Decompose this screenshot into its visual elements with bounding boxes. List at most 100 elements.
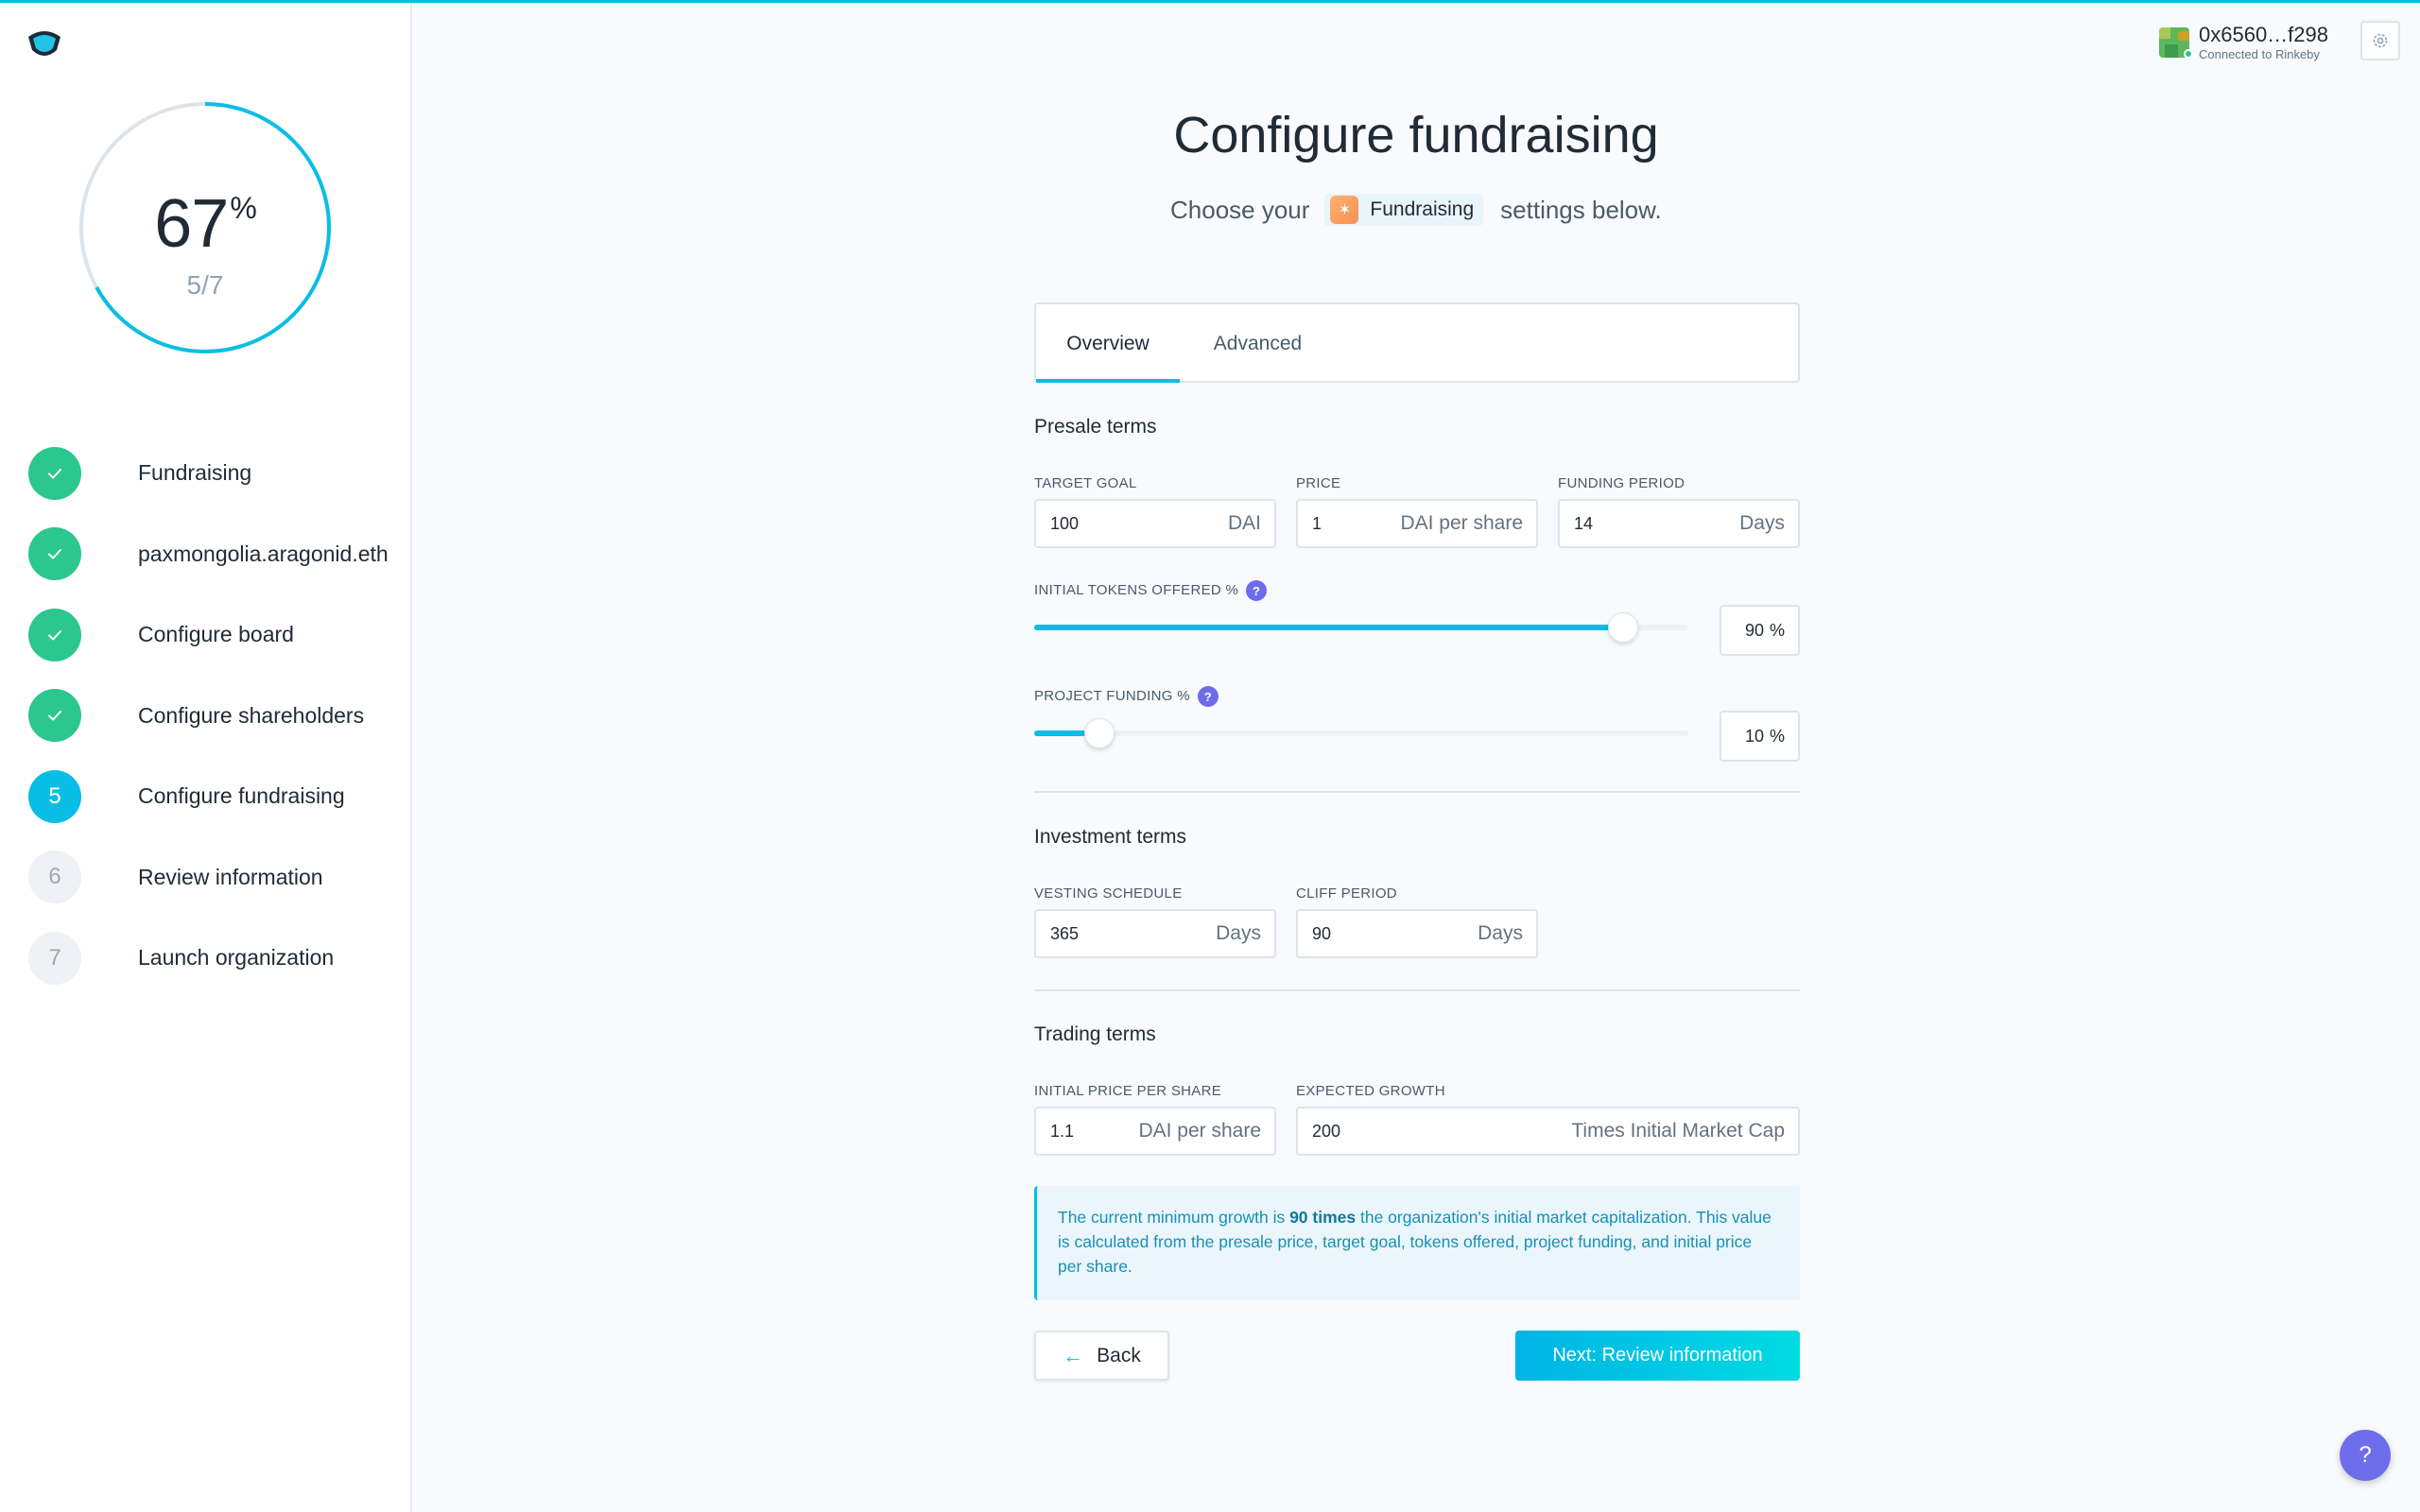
target-goal-value: 100 <box>1050 513 1080 533</box>
cliff-period-input[interactable]: 90 Days <box>1296 909 1538 958</box>
expected-growth-value: 200 <box>1312 1121 1341 1141</box>
section-investment-title: Investment terms <box>1034 826 1187 848</box>
price-label: PRICE <box>1296 475 1341 491</box>
step-badge: 7 <box>28 931 81 985</box>
project-funding-slider-thumb[interactable] <box>1084 718 1115 748</box>
step-label: Launch organization <box>138 945 335 971</box>
tab-bar: Overview Advanced <box>1034 302 1800 383</box>
check-icon <box>48 711 61 721</box>
sidebar: 67% 5/7 Fundraising paxmongolia.aragonid.… <box>0 3 412 1512</box>
step-item[interactable]: Configure board <box>28 594 389 676</box>
expected-growth-label: EXPECTED GROWTH <box>1296 1083 1445 1099</box>
vesting-schedule-label: VESTING SCHEDULE <box>1034 885 1183 902</box>
settings-button[interactable] <box>2360 21 2400 60</box>
project-funding-percent-input[interactable]: 10% <box>1720 711 1800 762</box>
cliff-period-value: 90 <box>1312 923 1332 943</box>
step-badge: 6 <box>28 850 81 904</box>
tokens-offered-label-text: INITIAL TOKENS OFFERED % <box>1034 581 1239 598</box>
info-text-bold: 90 times <box>1289 1208 1357 1227</box>
project-funding-percent-unit: % <box>1769 726 1785 746</box>
steps-list: Fundraising paxmongolia.aragonid.eth Confi… <box>28 433 389 999</box>
funding-period-value: 14 <box>1574 513 1594 533</box>
account-badge[interactable]: 0x6560…f298 Connected to Rinkeby <box>2159 25 2328 60</box>
step-item[interactable]: Fundraising <box>28 433 389 514</box>
network-status: Connected to Rinkeby <box>2199 47 2320 61</box>
arrow-left-icon: ← <box>1063 1343 1084 1367</box>
app-badge: ✶ Fundraising <box>1324 194 1484 226</box>
active-tab-indicator <box>1036 379 1180 383</box>
tokens-offered-slider-fill <box>1034 625 1623 630</box>
funding-period-input[interactable]: 14 Days <box>1558 499 1800 548</box>
page-subtitle: Choose your ✶ Fundraising settings below… <box>1170 194 1662 226</box>
info-text-part1: The current minimum growth is <box>1058 1208 1290 1227</box>
app-badge-label: Fundraising <box>1370 198 1475 220</box>
help-button[interactable]: ? <box>2340 1430 2391 1481</box>
step-badge <box>28 689 81 743</box>
initial-price-input[interactable]: 1.1 DAI per share <box>1034 1107 1276 1156</box>
account-address: 0x6560…f298 <box>2199 23 2328 46</box>
section-trading-title: Trading terms <box>1034 1023 1156 1045</box>
back-button-label: Back <box>1097 1344 1141 1366</box>
progress-count: 5/7 <box>186 270 224 300</box>
fundraising-app-icon: ✶ <box>1330 196 1359 224</box>
project-funding-slider-track[interactable] <box>1034 730 1688 736</box>
info-box: The current minimum growth is 90 times t… <box>1034 1186 1800 1300</box>
back-button[interactable]: ← Back <box>1034 1331 1169 1381</box>
cliff-period-unit: Days <box>1478 922 1523 944</box>
aragon-logo-icon[interactable] <box>25 24 64 63</box>
check-icon <box>48 468 61 479</box>
check-icon <box>48 629 61 641</box>
step-item[interactable]: 5 Configure fundraising <box>28 756 389 837</box>
initial-price-value: 1.1 <box>1050 1121 1075 1141</box>
price-unit: DAI per share <box>1400 512 1523 534</box>
step-badge: 5 <box>28 769 81 823</box>
step-label: Review information <box>138 864 323 889</box>
step-item[interactable]: Configure shareholders <box>28 676 389 757</box>
tokens-offered-help-icon[interactable]: ? <box>1246 580 1268 601</box>
tokens-offered-percent-input[interactable]: 90% <box>1720 605 1800 656</box>
section-divider <box>1034 989 1800 991</box>
online-status-dot <box>2184 49 2193 59</box>
expected-growth-input[interactable]: 200 Times Initial Market Cap <box>1296 1107 1800 1156</box>
initial-price-unit: DAI per share <box>1138 1120 1261 1142</box>
cliff-period-label: CLIFF PERIOD <box>1296 885 1397 902</box>
step-label: Configure board <box>138 622 294 647</box>
step-item[interactable]: 6 Review information <box>28 837 389 919</box>
target-goal-input[interactable]: 100 DAI <box>1034 499 1276 548</box>
gear-icon <box>2373 33 2388 48</box>
project-funding-label-text: PROJECT FUNDING % <box>1034 687 1190 704</box>
step-item[interactable]: paxmongolia.aragonid.eth <box>28 514 389 595</box>
funding-period-unit: Days <box>1739 512 1785 534</box>
subtitle-before: Choose your <box>1170 195 1310 224</box>
tab-overview[interactable]: Overview <box>1036 304 1180 383</box>
step-label: Fundraising <box>138 460 252 486</box>
step-badge <box>28 608 81 662</box>
check-icon <box>48 549 61 559</box>
subtitle-after: settings below. <box>1500 195 1662 224</box>
target-goal-unit: DAI <box>1227 512 1261 534</box>
vesting-schedule-input[interactable]: 365 Days <box>1034 909 1276 958</box>
step-item[interactable]: 7 Launch organization <box>28 918 389 999</box>
progress-percent: 67% <box>154 186 257 262</box>
project-funding-help-icon[interactable]: ? <box>1197 686 1219 707</box>
tokens-offered-percent-value: 90 <box>1744 620 1764 640</box>
step-label: paxmongolia.aragonid.eth <box>138 541 389 566</box>
tokens-offered-percent-unit: % <box>1769 620 1785 640</box>
price-value: 1 <box>1312 513 1322 533</box>
step-badge <box>28 446 81 500</box>
target-goal-label: TARGET GOAL <box>1034 475 1137 491</box>
funding-period-label: FUNDING PERIOD <box>1558 475 1685 491</box>
tab-advanced[interactable]: Advanced <box>1180 304 1336 383</box>
initial-price-label: INITIAL PRICE PER SHARE <box>1034 1083 1222 1099</box>
next-button[interactable]: Next: Review information <box>1515 1331 1800 1381</box>
section-divider <box>1034 791 1800 793</box>
expected-growth-unit: Times Initial Market Cap <box>1571 1120 1785 1142</box>
step-badge <box>28 527 81 581</box>
section-presale-title: Presale terms <box>1034 416 1157 438</box>
project-funding-percent-value: 10 <box>1744 726 1764 746</box>
project-funding-label: PROJECT FUNDING %? <box>1034 686 1219 707</box>
price-input[interactable]: 1 DAI per share <box>1296 499 1538 548</box>
tokens-offered-slider-thumb[interactable] <box>1607 612 1638 643</box>
page-title: Configure fundraising <box>1173 107 1659 163</box>
step-label: Configure shareholders <box>138 702 365 728</box>
